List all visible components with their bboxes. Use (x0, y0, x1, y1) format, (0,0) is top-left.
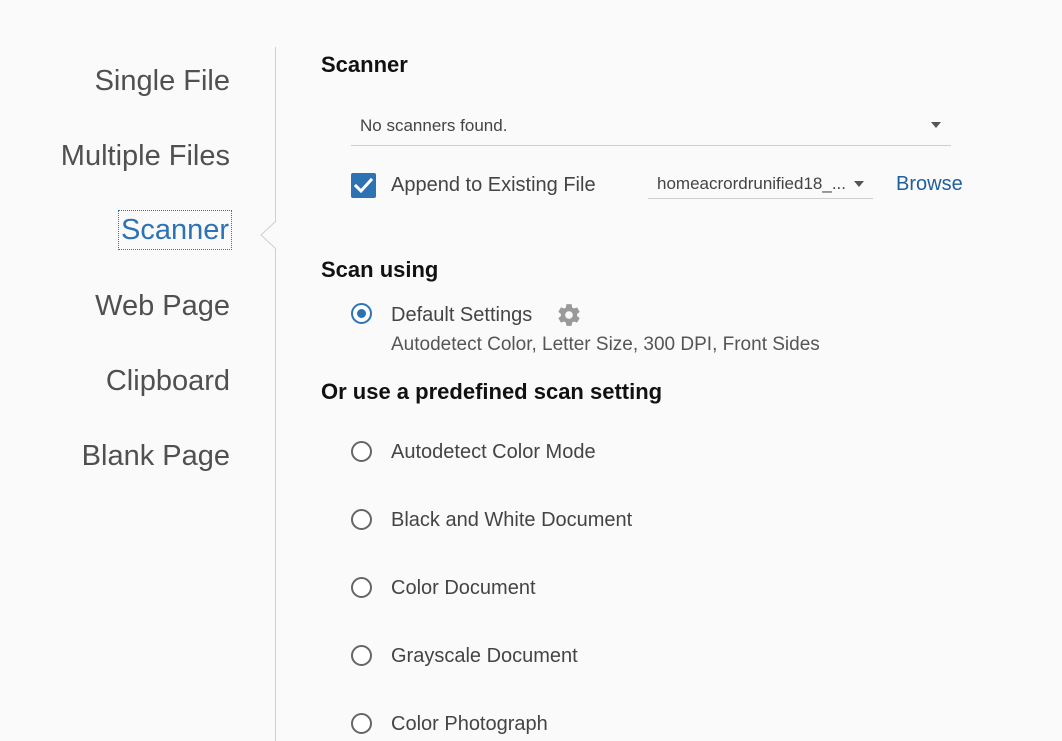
color-document-radio[interactable] (351, 577, 372, 598)
nav-item-clipboard[interactable]: Clipboard (106, 363, 230, 399)
black-white-document-radio[interactable] (351, 509, 372, 530)
existing-file-value: homeacrordrunified18_... (657, 174, 847, 193)
append-label: Append to Existing File (391, 174, 596, 196)
color-photograph-radio[interactable] (351, 713, 372, 734)
scanner-heading: Scanner (321, 52, 408, 77)
scanner-device-select[interactable]: No scanners found. (351, 108, 951, 146)
nav-item-scanner[interactable]: Scanner (117, 210, 233, 250)
chevron-down-icon (854, 181, 864, 187)
grayscale-document-radio[interactable] (351, 645, 372, 666)
nav-item-single-file[interactable]: Single File (95, 63, 230, 99)
nav-item-web-page[interactable]: Web Page (95, 288, 230, 324)
append-checkbox[interactable] (351, 173, 376, 198)
nav-divider (275, 47, 276, 741)
browse-button[interactable]: Browse (896, 173, 963, 196)
black-white-document-label: Black and White Document (391, 509, 633, 531)
chevron-down-icon (931, 122, 941, 128)
predefined-heading: Or use a predefined scan setting (321, 379, 663, 404)
active-indicator-notch (260, 221, 277, 250)
gear-icon[interactable] (556, 302, 582, 328)
checkmark-icon (353, 177, 374, 194)
default-settings-radio[interactable] (351, 303, 372, 324)
existing-file-select[interactable]: homeacrordrunified18_... (648, 170, 873, 199)
autodetect-color-mode-radio[interactable] (351, 441, 372, 462)
sidebar-nav: Single File Multiple Files Scanner Web P… (0, 0, 276, 741)
default-settings-label: Default Settings (391, 304, 533, 326)
scan-using-heading: Scan using (321, 257, 439, 282)
autodetect-color-mode-label: Autodetect Color Mode (391, 441, 596, 463)
grayscale-document-label: Grayscale Document (391, 645, 578, 667)
nav-item-multiple-files[interactable]: Multiple Files (61, 138, 230, 174)
scanner-device-value: No scanners found. (360, 116, 508, 135)
nav-item-blank-page[interactable]: Blank Page (82, 438, 230, 474)
color-photograph-label: Color Photograph (391, 713, 548, 735)
default-settings-description: Autodetect Color, Letter Size, 300 DPI, … (391, 334, 820, 355)
color-document-label: Color Document (391, 577, 536, 599)
